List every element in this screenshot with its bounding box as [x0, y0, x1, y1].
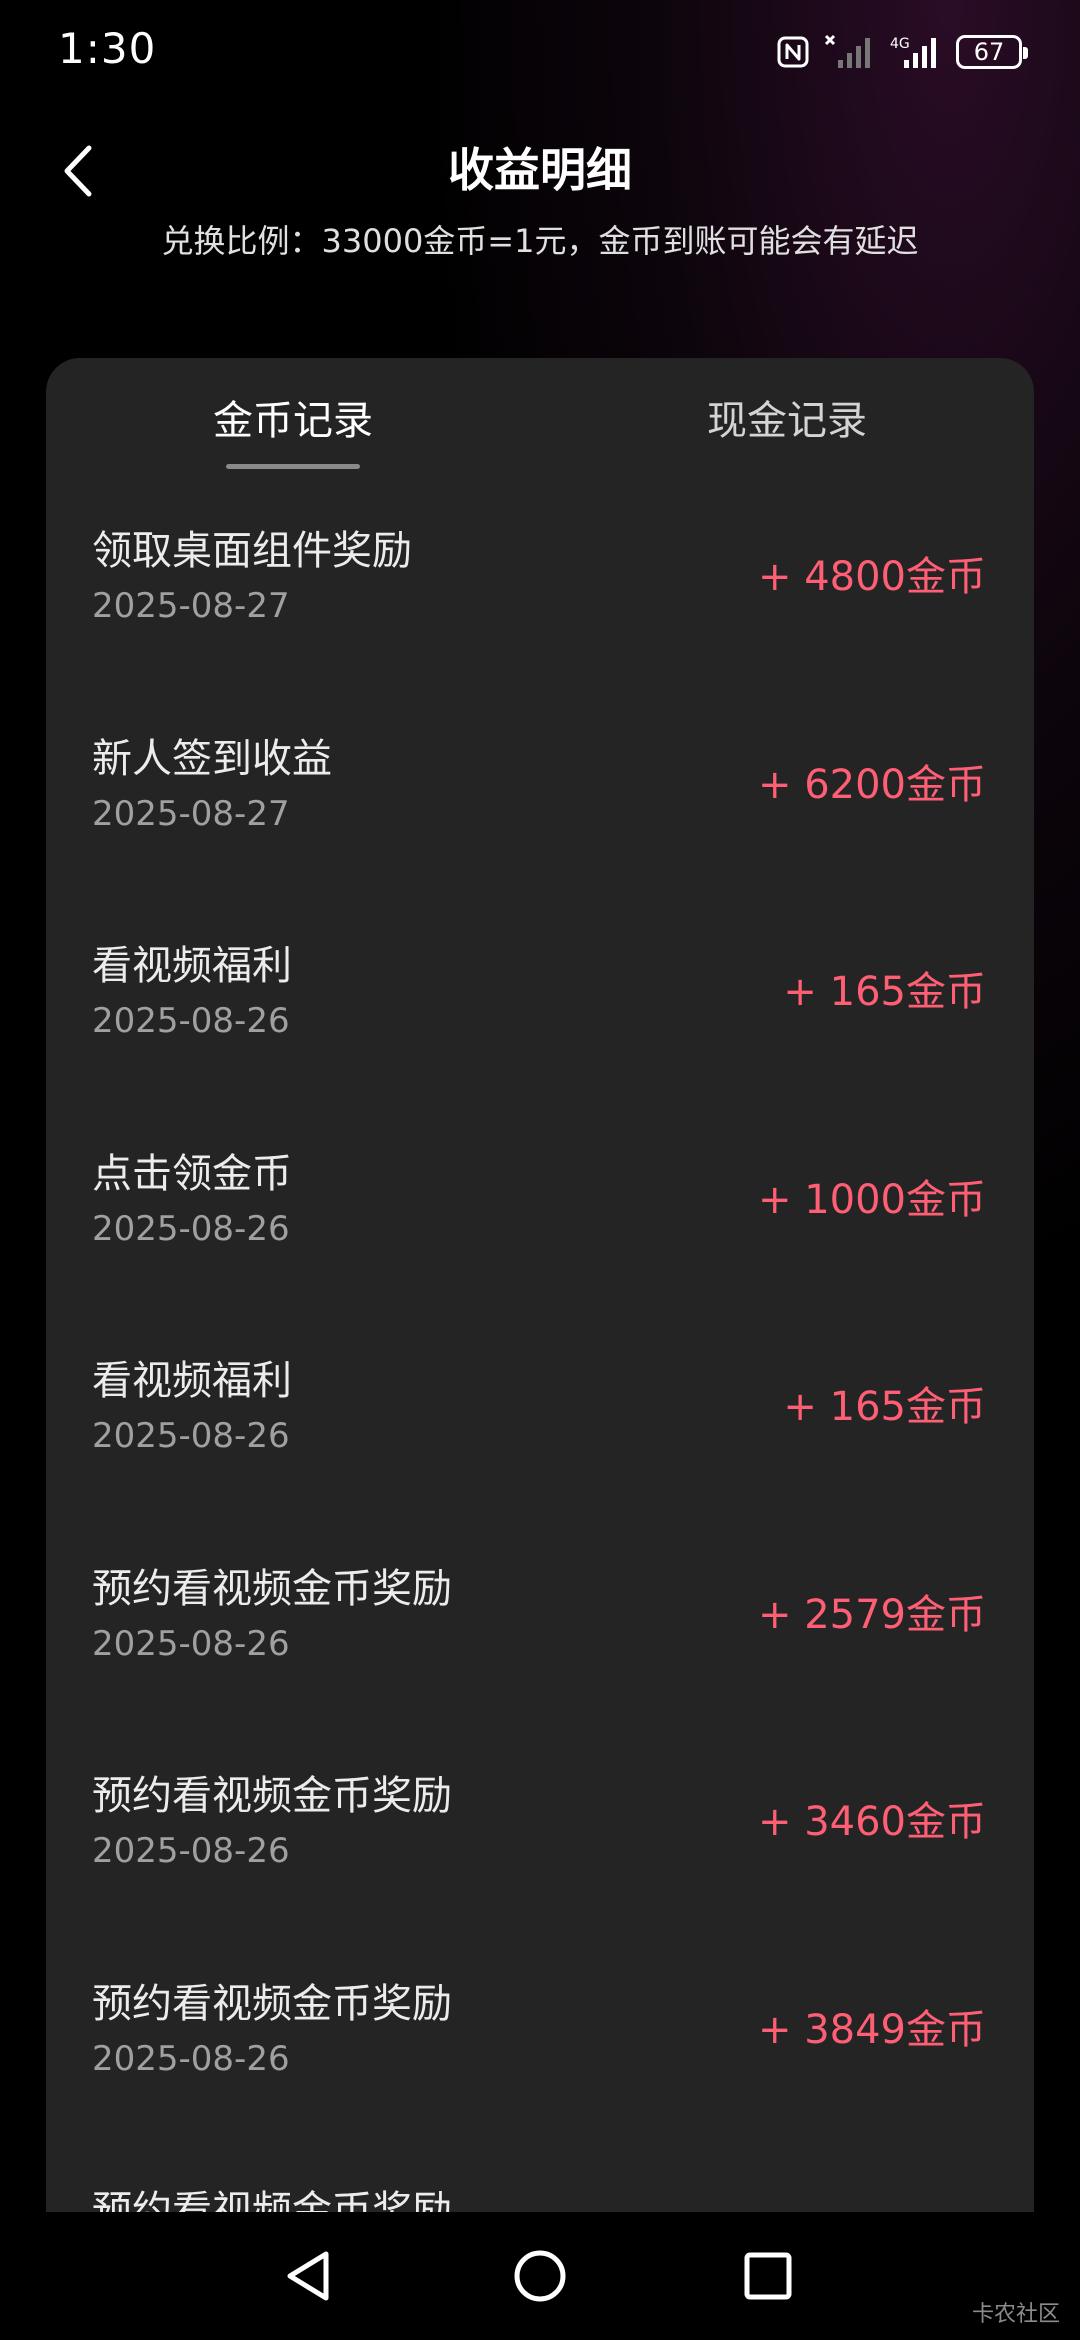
header: 收益明细: [0, 120, 1080, 220]
record-list: 领取桌面组件奖励 2025-08-27 + 4800金币 新人签到收益 2025…: [46, 478, 1034, 2218]
status-icons: 4G 67: [776, 30, 1028, 74]
list-item[interactable]: 看视频福利 2025-08-26 + 165金币: [46, 1308, 1034, 1516]
record-date: 2025-08-26: [92, 1001, 290, 1041]
tab-cash-records[interactable]: 现金记录: [540, 358, 1034, 478]
list-item[interactable]: 点击领金币 2025-08-26 + 1000金币: [46, 1101, 1034, 1309]
record-title: 领取桌面组件奖励: [92, 528, 412, 574]
record-amount: + 4800金币: [757, 554, 986, 600]
record-date: 2025-08-27: [92, 586, 290, 626]
record-title: 预约看视频金币奖励: [92, 1980, 452, 2027]
record-date: 2025-08-26: [92, 1623, 290, 1664]
tab-label: 金币记录: [213, 398, 373, 444]
record-amount: + 6200金币: [757, 761, 986, 808]
record-amount: + 3849金币: [757, 2006, 986, 2053]
record-date: 2025-08-26: [92, 1831, 290, 1871]
record-title: 预约看视频金币奖励: [92, 1773, 452, 1819]
list-item[interactable]: 预约看视频金币奖励 2025-08-26 + 3849金币: [46, 1931, 1034, 2139]
tab-bar: 金币记录 现金记录: [46, 358, 1034, 478]
list-item[interactable]: 预约看视频金币奖励 2025-08-26 + 3460金币: [46, 1723, 1034, 1931]
nav-home-button[interactable]: [500, 2236, 580, 2316]
square-recents-icon: [744, 2252, 792, 2300]
record-amount: + 165金币: [783, 1384, 986, 1430]
list-item[interactable]: 领取桌面组件奖励 2025-08-27 + 4800金币: [46, 478, 1034, 686]
nav-recents-button[interactable]: [728, 2236, 808, 2316]
records-card: 金币记录 现金记录 领取桌面组件奖励 2025-08-27 + 4800金币 新…: [46, 358, 1034, 2218]
status-bar: 1:30 4G 67: [0, 0, 1080, 110]
nfc-icon: [777, 36, 809, 68]
circle-home-icon: [514, 2250, 566, 2302]
signal-4g-icon: 4G: [890, 36, 936, 68]
page-title: 收益明细: [448, 143, 632, 197]
record-amount: + 3460金币: [757, 1799, 986, 1845]
record-amount: + 1000金币: [757, 1176, 986, 1223]
battery-icon: 67: [956, 35, 1028, 69]
network-type-label: 4G: [890, 36, 910, 52]
record-title: 看视频福利: [92, 1358, 292, 1404]
list-item[interactable]: 新人签到收益 2025-08-27 + 6200金币: [46, 686, 1034, 894]
exchange-rate-note: 兑换比例：33000金币=1元，金币到账可能会有延迟: [161, 222, 919, 260]
tab-coin-records[interactable]: 金币记录: [46, 358, 540, 478]
tab-label: 现金记录: [707, 398, 867, 444]
active-tab-indicator: [226, 464, 360, 469]
record-title: 看视频福利: [92, 943, 292, 989]
signal-off-icon: [824, 34, 870, 68]
record-title: 新人签到收益: [92, 735, 332, 782]
record-date: 2025-08-26: [92, 1416, 290, 1456]
system-nav-bar: [0, 2212, 1080, 2340]
list-item[interactable]: 看视频福利 2025-08-26 + 165金币: [46, 893, 1034, 1101]
status-time: 1:30: [58, 24, 157, 73]
battery-level: 67: [973, 38, 1005, 66]
record-amount: + 2579金币: [757, 1591, 986, 1638]
triangle-back-icon: [287, 2251, 329, 2301]
record-amount: + 165金币: [783, 969, 986, 1015]
record-date: 2025-08-27: [92, 793, 290, 834]
record-date: 2025-08-26: [92, 2038, 290, 2079]
screen: 1:30 4G 67 收益明细 兑换比例：33000金币=1元，金币到账可能会有…: [0, 0, 1080, 2340]
nav-back-button[interactable]: [268, 2236, 348, 2316]
record-title: 点击领金币: [92, 1150, 292, 1197]
record-date: 2025-08-26: [92, 1208, 290, 1249]
list-item[interactable]: 预约看视频金币奖励 2025-08-26 + 2579金币: [46, 1516, 1034, 1724]
record-title: 预约看视频金币奖励: [92, 1565, 452, 1612]
watermark: 卡农社区: [971, 2302, 1060, 2327]
list-item[interactable]: 预约看视频金币奖励: [46, 2138, 1034, 2218]
